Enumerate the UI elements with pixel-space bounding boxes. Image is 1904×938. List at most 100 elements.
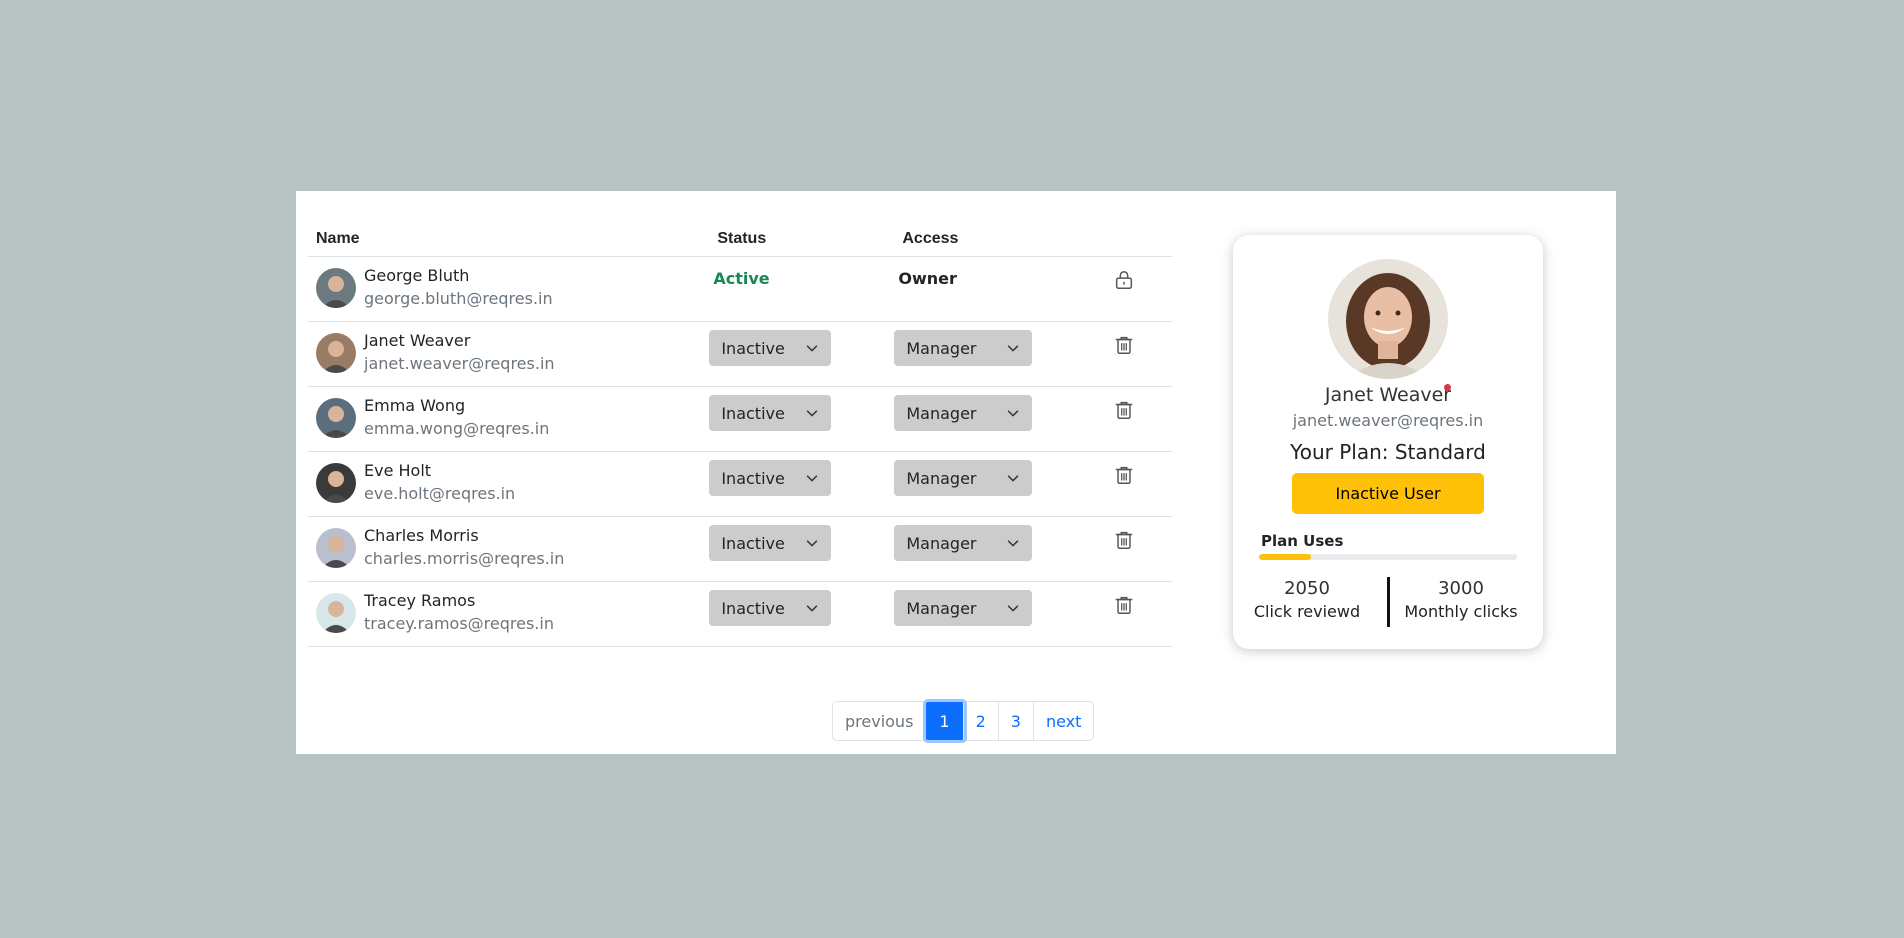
pagination-previous[interactable]: previous (833, 702, 927, 740)
avatar (316, 268, 356, 308)
access-cell: Manager (894, 451, 1097, 517)
name-cell: Charles Morris charles.morris@reqres.in (308, 516, 710, 582)
table-row: Emma Wong emma.wong@reqres.in Inactive Mana… (308, 386, 1172, 452)
pagination-page-1[interactable]: 1 (926, 702, 964, 740)
access-select[interactable]: Manager (894, 590, 1033, 626)
name-cell: Tracey Ramos tracey.ramos@reqres.in (308, 581, 710, 647)
status-text: Active (713, 269, 770, 288)
access-text: Owner (898, 269, 957, 288)
lock-icon[interactable] (1113, 269, 1135, 291)
user-email: george.bluth@reqres.in (364, 289, 553, 308)
status-cell: Inactive (709, 451, 895, 517)
chevron-down-icon (807, 605, 818, 612)
status-select-value: Inactive (721, 338, 785, 358)
plan-uses-progress (1259, 554, 1517, 560)
stat-click-reviewed: 2050 Click reviewd (1243, 578, 1371, 624)
inactive-user-button[interactable]: Inactive User (1292, 473, 1484, 514)
column-header-name: Name (308, 221, 710, 257)
pagination-page-3[interactable]: 3 (999, 702, 1034, 740)
user-email: charles.morris@reqres.in (364, 549, 565, 568)
users-panel: Name Status Access George Bluth george.bl… (296, 191, 1616, 754)
trash-icon[interactable] (1113, 529, 1135, 551)
status-select[interactable]: Inactive (709, 460, 832, 496)
status-select-value: Inactive (721, 403, 785, 423)
access-select[interactable]: Manager (894, 460, 1033, 496)
avatar (316, 333, 356, 373)
chevron-down-icon (807, 345, 818, 352)
access-select[interactable]: Manager (894, 525, 1033, 561)
profile-name: Janet Weaver (1324, 384, 1452, 406)
trash-icon[interactable] (1113, 594, 1135, 616)
trash-icon[interactable] (1113, 399, 1135, 421)
chevron-down-icon (1008, 475, 1019, 482)
access-cell: Manager (894, 516, 1097, 582)
status-select-value: Inactive (721, 468, 785, 488)
avatar (316, 593, 356, 633)
plan-uses-progress-fill (1259, 554, 1311, 560)
access-select-value: Manager (906, 403, 977, 423)
pagination: previous 1 2 3 next (832, 701, 1095, 741)
status-select-value: Inactive (721, 598, 785, 618)
access-select[interactable]: Manager (894, 395, 1033, 431)
name-cell: Janet Weaver janet.weaver@reqres.in (308, 321, 710, 387)
status-select[interactable]: Inactive (709, 395, 832, 431)
user-email: janet.weaver@reqres.in (364, 354, 555, 373)
access-cell: Manager (894, 321, 1097, 387)
chevron-down-icon (807, 540, 818, 547)
chevron-down-icon (1008, 345, 1019, 352)
action-cell (1096, 451, 1172, 517)
table-row: Tracey Ramos tracey.ramos@reqres.in Inacti… (308, 581, 1172, 647)
user-name: Eve Holt (364, 461, 432, 480)
stat-label: Click reviewd (1253, 602, 1361, 621)
stat-value: 3000 (1438, 578, 1484, 599)
trash-icon[interactable] (1113, 334, 1135, 356)
avatar (316, 398, 356, 438)
chevron-down-icon (807, 475, 818, 482)
trash-icon[interactable] (1113, 464, 1135, 486)
name-cell: Eve Holt eve.holt@reqres.in (308, 451, 710, 517)
profile-email: janet.weaver@reqres.in (1292, 411, 1484, 430)
stat-monthly-clicks: 3000 Monthly clicks (1397, 578, 1525, 624)
access-select-value: Manager (906, 533, 977, 553)
user-name: George Bluth (364, 266, 470, 285)
user-photo-icon (322, 276, 350, 308)
user-email: eve.holt@reqres.in (364, 484, 516, 503)
profile-avatar (1328, 259, 1448, 379)
stat-label: Monthly clicks (1404, 602, 1518, 621)
status-cell: Inactive (709, 386, 895, 452)
access-select-value: Manager (906, 468, 977, 488)
action-cell (1096, 581, 1172, 647)
chevron-down-icon (807, 410, 818, 417)
status-select-value: Inactive (721, 533, 785, 553)
column-header-access: Access (894, 221, 1097, 257)
column-header-action (1096, 221, 1172, 257)
status-select[interactable]: Inactive (709, 525, 832, 561)
access-select[interactable]: Manager (894, 330, 1033, 366)
status-cell: Inactive (709, 516, 895, 582)
access-cell: Manager (894, 581, 1097, 647)
table-row: Janet Weaver janet.weaver@reqres.in Inacti… (308, 321, 1172, 387)
user-name: Janet Weaver (364, 331, 471, 350)
user-email: tracey.ramos@reqres.in (364, 614, 554, 633)
action-cell (1096, 516, 1172, 582)
pagination-page-2[interactable]: 2 (964, 702, 999, 740)
user-name: Charles Morris (364, 526, 479, 545)
user-photo-icon (322, 406, 350, 438)
status-select[interactable]: Inactive (709, 330, 832, 366)
status-select[interactable]: Inactive (709, 590, 832, 626)
avatar (316, 463, 356, 503)
status-cell: Inactive (709, 321, 895, 387)
avatar (316, 528, 356, 568)
name-cell: Emma Wong emma.wong@reqres.in (308, 386, 710, 452)
access-select-value: Manager (906, 598, 977, 618)
access-cell: Manager (894, 386, 1097, 452)
profile-card: Janet Weaver janet.weaver@reqres.in Your… (1233, 235, 1543, 649)
status-cell: Inactive (709, 581, 895, 647)
table-row: Eve Holt eve.holt@reqres.in Inactive Manage… (308, 451, 1172, 517)
pagination-next[interactable]: next (1034, 702, 1093, 740)
user-name: Emma Wong (364, 396, 466, 415)
stat-divider (1387, 577, 1390, 627)
user-photo-icon (322, 341, 350, 373)
users-table: Name Status Access George Bluth george.bl… (308, 221, 1172, 647)
table-row: George Bluth george.bluth@reqres.in Active… (308, 256, 1172, 322)
